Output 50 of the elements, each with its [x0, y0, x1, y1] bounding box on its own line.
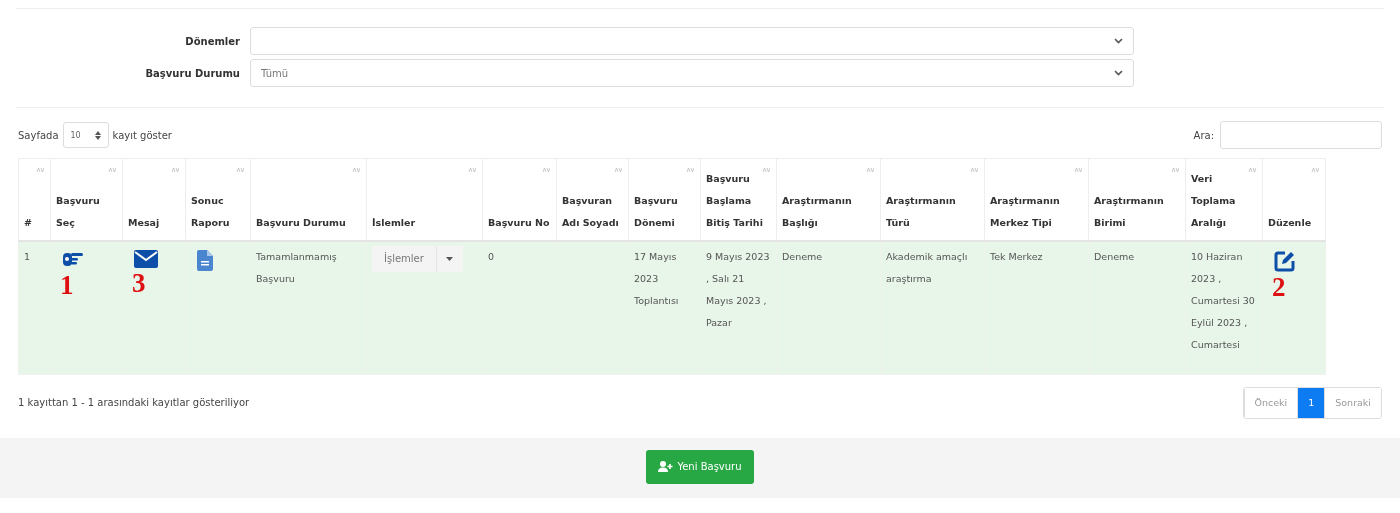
table-cell-text: Tamamlanmamış Başvuru [256, 249, 338, 286]
sort-icon[interactable] [614, 167, 622, 173]
sort-icon[interactable] [1074, 167, 1082, 173]
sort-icon[interactable] [866, 167, 874, 173]
length-label: kayıt göster [112, 129, 172, 141]
sort-icon[interactable] [171, 167, 179, 173]
table-cell-text: Tek Merkez [990, 249, 1044, 264]
sort-icon[interactable] [1171, 167, 1179, 173]
sort-icon[interactable] [542, 167, 550, 173]
table-cell-text: Akademik amaçlı araştırma [886, 249, 969, 286]
sort-arrows-icon [94, 130, 101, 140]
sort-icon[interactable] [468, 167, 476, 173]
table-cell-text: Deneme [1094, 249, 1136, 264]
search-field[interactable] [1220, 121, 1382, 149]
annotation-number: 1 [60, 269, 74, 300]
sort-icon[interactable] [236, 167, 244, 173]
document-icon[interactable] [197, 249, 213, 271]
sort-icon[interactable] [686, 167, 694, 173]
sort-icon[interactable] [36, 167, 44, 173]
sort-icon[interactable] [762, 167, 770, 173]
table-cell-text: 10 Haziran 2023 , Cumartesi 30 Eylül 2023 , Cumartesi [1191, 249, 1256, 352]
sort-icon[interactable] [1311, 167, 1319, 173]
caret-icon [446, 256, 454, 261]
column-header[interactable]: # [24, 211, 45, 234]
annotation-number: 3 [132, 267, 146, 298]
table-cell-text: 0 [488, 249, 496, 264]
user-plus-icon [658, 461, 674, 472]
filter-label: Başvuru Durumu [144, 67, 240, 79]
filter-label: Dönemler [184, 35, 240, 47]
actions-dropdown[interactable]: İşlemler [372, 245, 463, 272]
select-field[interactable]: Tümü [250, 59, 1134, 87]
table-cell-text: 1 [24, 249, 32, 264]
length-label: Sayfada [18, 129, 59, 141]
sort-icon[interactable] [108, 167, 116, 173]
table-cell-text: 17 Mayıs 2023 Toplantısı [634, 249, 680, 308]
table-cell-text: Deneme [782, 249, 824, 264]
sort-icon[interactable] [970, 167, 978, 173]
select-field[interactable] [250, 27, 1134, 55]
table-cell-text: 9 Mayıs 2023 , Salı 21 Mayıs 2023 , Pazar [706, 249, 771, 330]
pagination-button[interactable]: 1 [1297, 387, 1325, 418]
page-size-select[interactable]: 10 [62, 122, 109, 148]
sort-icon[interactable] [1248, 167, 1256, 173]
annotation-number: 2 [1272, 271, 1286, 302]
table-info: 1 kayıttan 1 - 1 arasındaki kayıtlar gösteriliyor [18, 397, 250, 408]
search-label: Ara: [1193, 129, 1214, 141]
edit-icon[interactable] [1274, 249, 1296, 272]
sort-icon[interactable] [352, 167, 360, 173]
chevron-down-icon [1114, 70, 1123, 76]
chevron-down-icon [1114, 38, 1123, 44]
envelope-icon[interactable] [134, 249, 158, 268]
